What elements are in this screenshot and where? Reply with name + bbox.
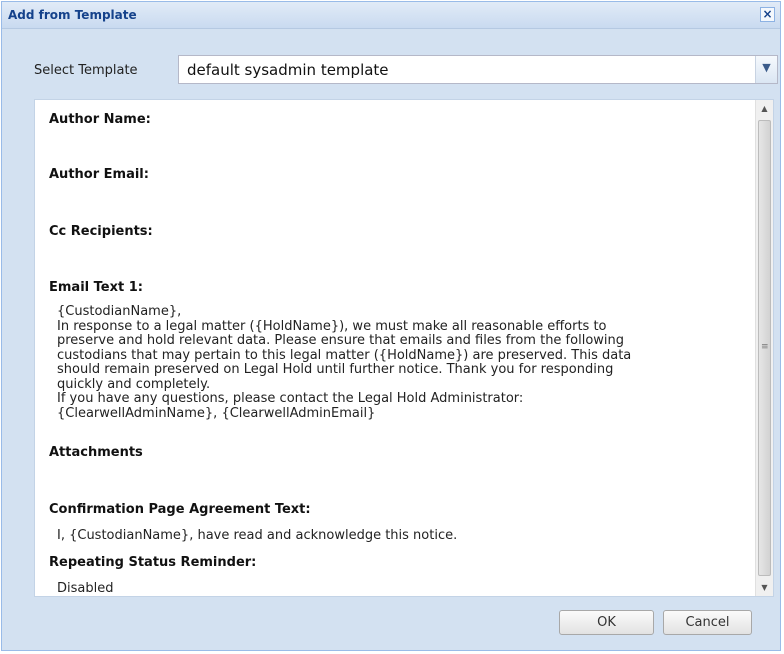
- template-select-value[interactable]: default sysadmin template: [187, 61, 389, 79]
- vertical-scrollbar[interactable]: ▲ ≡ ▼: [755, 100, 773, 596]
- confirmation-text: I, {CustodianName}, have read and acknow…: [57, 528, 458, 543]
- dialog-title: Add from Template: [8, 8, 137, 22]
- reminder-heading: Repeating Status Reminder:: [49, 555, 257, 570]
- cancel-button[interactable]: Cancel: [663, 610, 752, 635]
- email-line: In response to a legal matter ({HoldName…: [57, 318, 607, 334]
- grip-icon: ≡: [761, 342, 769, 352]
- template-preview-panel: Author Name: Author Email: Cc Recipients…: [34, 99, 774, 597]
- close-icon[interactable]: ×: [760, 7, 775, 22]
- email-line: should remain preserved on Legal Hold un…: [57, 362, 614, 377]
- email-line: custodians that may pertain to this lega…: [57, 347, 632, 363]
- template-select-trigger[interactable]: ▼: [755, 56, 777, 83]
- cc-recipients-heading: Cc Recipients:: [49, 224, 153, 239]
- email-line: {CustodianName},: [57, 304, 182, 319]
- ok-button[interactable]: OK: [559, 610, 654, 635]
- author-name-heading: Author Name:: [49, 112, 151, 127]
- author-email-heading: Author Email:: [49, 167, 149, 182]
- confirmation-heading: Confirmation Page Agreement Text:: [49, 502, 311, 517]
- attachments-heading: Attachments: [49, 445, 143, 460]
- chevron-down-icon: ▼: [762, 61, 771, 74]
- template-select[interactable]: default sysadmin template ▼: [178, 55, 778, 84]
- dialog-titlebar[interactable]: Add from Template ×: [2, 2, 780, 29]
- email-line: quickly and completely.: [57, 376, 211, 392]
- email-text-body: {CustodianName}, In response to a legal …: [57, 304, 727, 421]
- scroll-up-icon[interactable]: ▲: [756, 100, 773, 117]
- email-line: preserve and hold relevant data. Please …: [57, 333, 625, 348]
- email-line: If you have any questions, please contac…: [57, 391, 524, 406]
- select-template-label: Select Template: [34, 63, 138, 78]
- email-text-heading: Email Text 1:: [49, 280, 143, 295]
- add-from-template-dialog: Add from Template × Select Template defa…: [1, 1, 781, 651]
- scroll-down-icon[interactable]: ▼: [756, 579, 773, 596]
- email-line: {ClearwellAdminName}, {ClearwellAdminEma…: [57, 405, 376, 421]
- reminder-value: Disabled: [57, 581, 114, 596]
- scroll-thumb[interactable]: ≡: [758, 120, 771, 576]
